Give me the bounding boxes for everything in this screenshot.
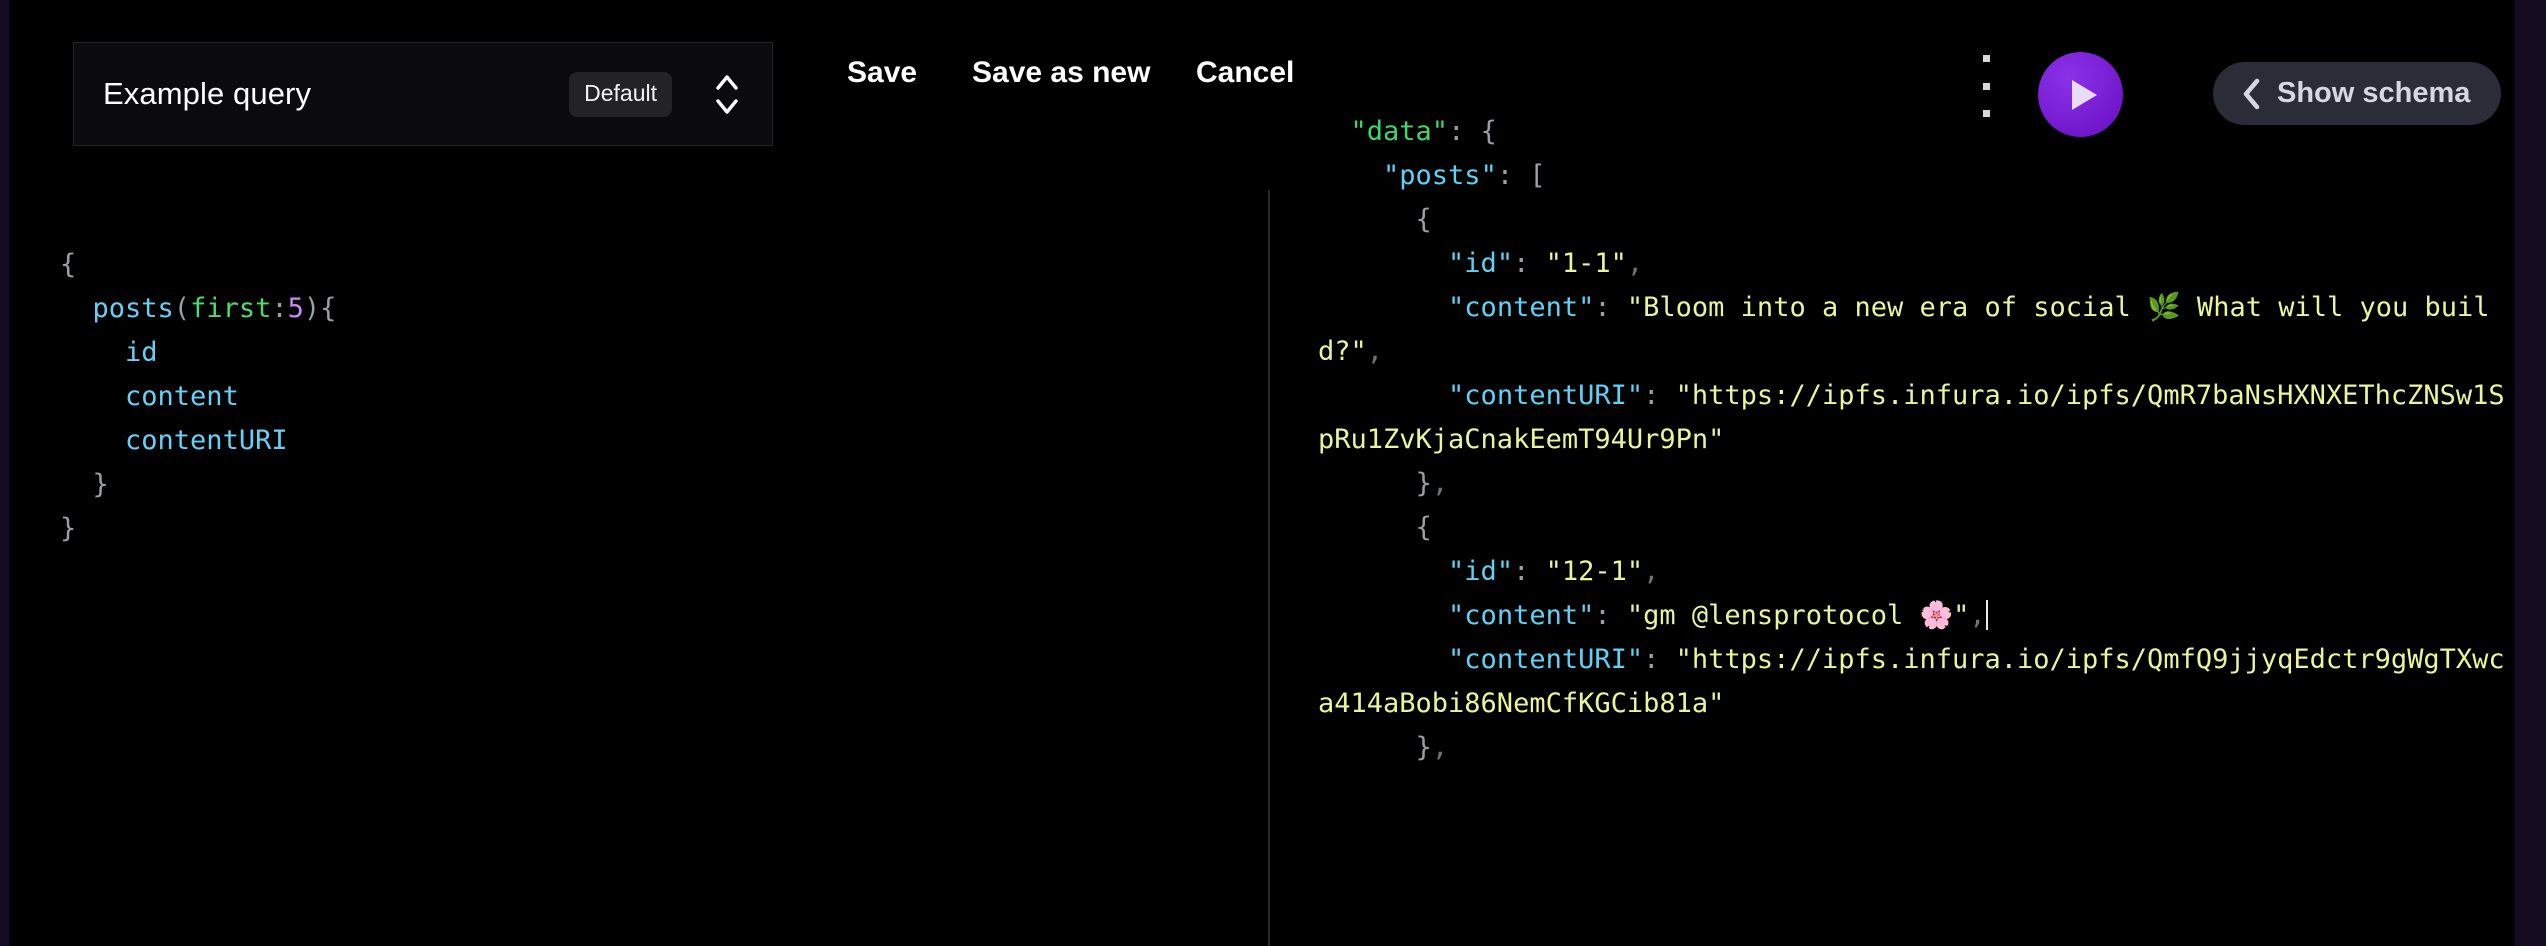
code-line: content: [60, 375, 1210, 419]
code-token: :: [1448, 116, 1465, 147]
code-line: "id": "12-1",: [1318, 550, 2518, 594]
code-token: content: [125, 381, 239, 412]
code-line: },: [1318, 726, 2518, 770]
code-token: "content": [1448, 600, 1595, 631]
code-line: {: [1318, 506, 2518, 550]
code-token: [: [1513, 160, 1546, 191]
code-line: "content": "Bloom into a new era of soci…: [1318, 286, 2518, 374]
code-token: ,: [1431, 732, 1449, 763]
code-token: "id": [1448, 248, 1514, 279]
code-token: ,: [1431, 468, 1449, 499]
code-token: :: [1643, 644, 1660, 675]
code-token: "12-1": [1545, 556, 1644, 587]
code-line: "posts": [: [1318, 154, 2518, 198]
graphql-query-editor[interactable]: { posts(first:5){ id content contentURI …: [60, 243, 1210, 551]
code-token: ,: [1366, 336, 1384, 367]
query-name-label: Example query: [103, 76, 312, 111]
code-token: :: [1496, 160, 1514, 191]
code-token: {: [60, 249, 77, 280]
code-token: }: [60, 513, 77, 544]
code-line: contentURI: [60, 419, 1210, 463]
code-token: ,: [1969, 600, 1986, 631]
code-token: "id": [1448, 556, 1514, 587]
save-as-new-button[interactable]: Save as new: [972, 42, 1150, 104]
code-token: (: [173, 293, 191, 324]
code-line: "data": {: [1318, 110, 2518, 154]
more-vertical-icon[interactable]: [1981, 55, 1991, 117]
code-line: }: [60, 463, 1210, 507]
code-token: :: [1594, 600, 1611, 631]
code-line: {: [1318, 198, 2518, 242]
code-line: }: [60, 507, 1210, 551]
save-button[interactable]: Save: [847, 42, 917, 104]
code-token: {: [320, 293, 337, 324]
code-token: first: [190, 293, 272, 324]
code-token: "contentURI": [1448, 644, 1644, 675]
code-token: posts: [92, 293, 174, 324]
code-token: {: [1415, 204, 1432, 235]
code-token: contentURI: [125, 425, 288, 456]
code-token: :: [1594, 292, 1611, 323]
kebab-dot: [1982, 55, 1990, 62]
code-token: "data": [1350, 116, 1449, 147]
code-token: ,: [1643, 556, 1660, 587]
pane-divider[interactable]: [1268, 190, 1270, 946]
code-token: {: [1415, 512, 1432, 543]
query-name-field[interactable]: Example query Default: [73, 42, 773, 146]
code-line: "contentURI": "https://ipfs.infura.io/ip…: [1318, 638, 2518, 726]
default-badge: Default: [569, 71, 672, 117]
code-token: "1-1": [1545, 248, 1627, 279]
code-token: "posts": [1383, 160, 1497, 191]
code-token: "contentURI": [1448, 380, 1644, 411]
code-token: "gm @lensprotocol 🌸": [1626, 600, 1970, 631]
kebab-dot: [1982, 82, 1990, 90]
code-token: 5: [287, 293, 304, 324]
chevron-up-down-icon[interactable]: [706, 63, 748, 125]
code-line: {: [60, 243, 1210, 287]
code-token: :: [1643, 380, 1660, 411]
code-line: "id": "1-1",: [1318, 242, 2518, 286]
code-token: ,: [1626, 248, 1644, 279]
code-line: posts(first:5){: [60, 287, 1210, 331]
code-token: :: [1513, 248, 1530, 279]
cancel-button[interactable]: Cancel: [1196, 42, 1294, 104]
code-token: }: [1415, 732, 1432, 763]
code-line: "contentURI": "https://ipfs.infura.io/ip…: [1318, 374, 2518, 462]
show-schema-label: Show schema: [2277, 77, 2471, 109]
play-icon: [2072, 79, 2097, 110]
code-line: id: [60, 331, 1210, 375]
query-result-viewer[interactable]: "data": { "posts": [ { "id": "1-1", "con…: [1318, 110, 2518, 770]
code-token: id: [125, 337, 158, 368]
code-token: ): [303, 293, 321, 324]
code-token: :: [271, 293, 288, 324]
code-line: "content": "gm @lensprotocol 🌸",: [1318, 594, 2518, 638]
code-line: },: [1318, 462, 2518, 506]
code-token: }: [1415, 468, 1432, 499]
code-token: :: [1513, 556, 1530, 587]
code-token: {: [1464, 116, 1497, 147]
text-cursor: [1985, 600, 1988, 630]
chevron-left-icon: [2243, 78, 2260, 109]
code-token: "content": [1448, 292, 1595, 323]
code-token: }: [92, 469, 109, 500]
